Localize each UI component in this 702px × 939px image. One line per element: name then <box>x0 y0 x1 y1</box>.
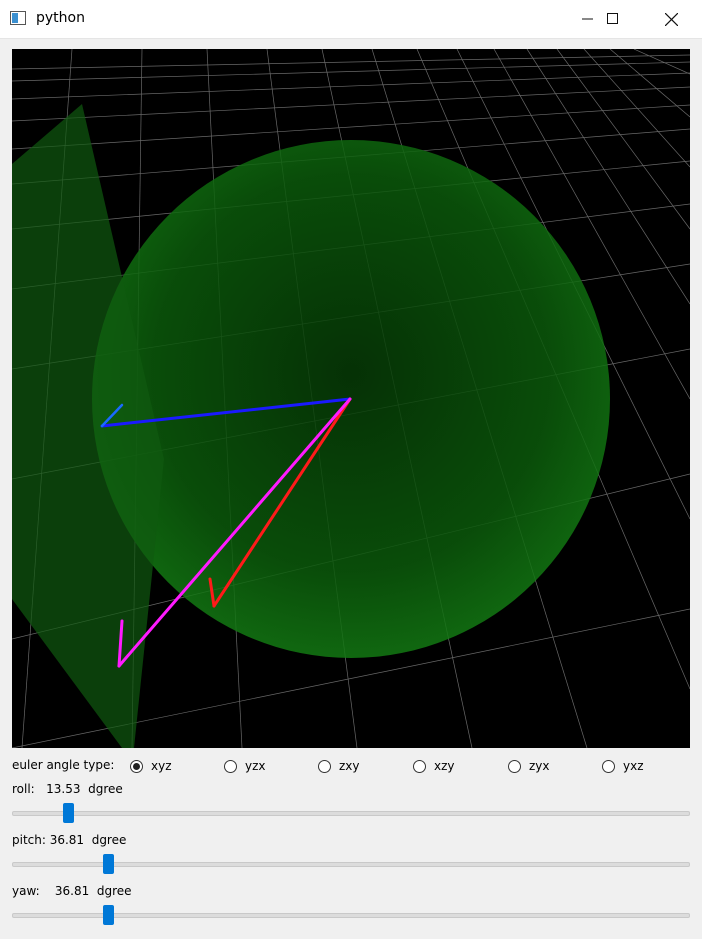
radio-yxz[interactable]: yxz <box>602 757 644 775</box>
radio-indicator[interactable] <box>130 759 143 773</box>
radio-label: yzx <box>245 759 266 773</box>
radio-xzy[interactable]: xzy <box>413 757 455 775</box>
window-title: python <box>36 10 85 26</box>
maximize-icon <box>607 13 618 24</box>
radio-label: yxz <box>623 759 644 773</box>
radio-yzx[interactable]: yzx <box>224 757 266 775</box>
slider-handle[interactable] <box>103 854 114 874</box>
3d-viewport[interactable] <box>12 49 690 748</box>
roll-slider[interactable] <box>12 803 690 823</box>
radio-label: zyx <box>529 759 550 773</box>
radio-label: xzy <box>434 759 455 773</box>
euler-angle-type-group: euler angle type: xyz yzx zxy xzy zyx yx… <box>0 757 702 775</box>
rotation-plane <box>12 104 164 748</box>
maximize-button[interactable] <box>590 0 636 38</box>
radio-xyz[interactable]: xyz <box>130 757 172 775</box>
radio-zyx[interactable]: zyx <box>508 757 550 775</box>
radio-indicator[interactable] <box>602 759 615 773</box>
radio-indicator[interactable] <box>413 759 426 773</box>
pitch-label: pitch: 36.81 dgree <box>12 833 127 847</box>
yaw-slider[interactable] <box>12 905 690 925</box>
euler-angle-type-label: euler angle type: <box>12 758 115 772</box>
yaw-label: yaw: 36.81 dgree <box>12 884 132 898</box>
slider-handle[interactable] <box>63 803 74 823</box>
pitch-slider[interactable] <box>12 854 690 874</box>
slider-handle[interactable] <box>103 905 114 925</box>
slider-groove <box>12 811 690 816</box>
radio-label: xyz <box>151 759 172 773</box>
radio-indicator[interactable] <box>318 759 331 773</box>
title-bar: python <box>0 0 702 39</box>
radio-zxy[interactable]: zxy <box>318 757 360 775</box>
close-icon <box>664 12 678 26</box>
close-button[interactable] <box>648 0 694 38</box>
radio-indicator[interactable] <box>224 759 237 773</box>
radio-label: zxy <box>339 759 360 773</box>
app-icon <box>10 11 26 28</box>
radio-indicator[interactable] <box>508 759 521 773</box>
roll-label: roll: 13.53 dgree <box>12 782 123 796</box>
